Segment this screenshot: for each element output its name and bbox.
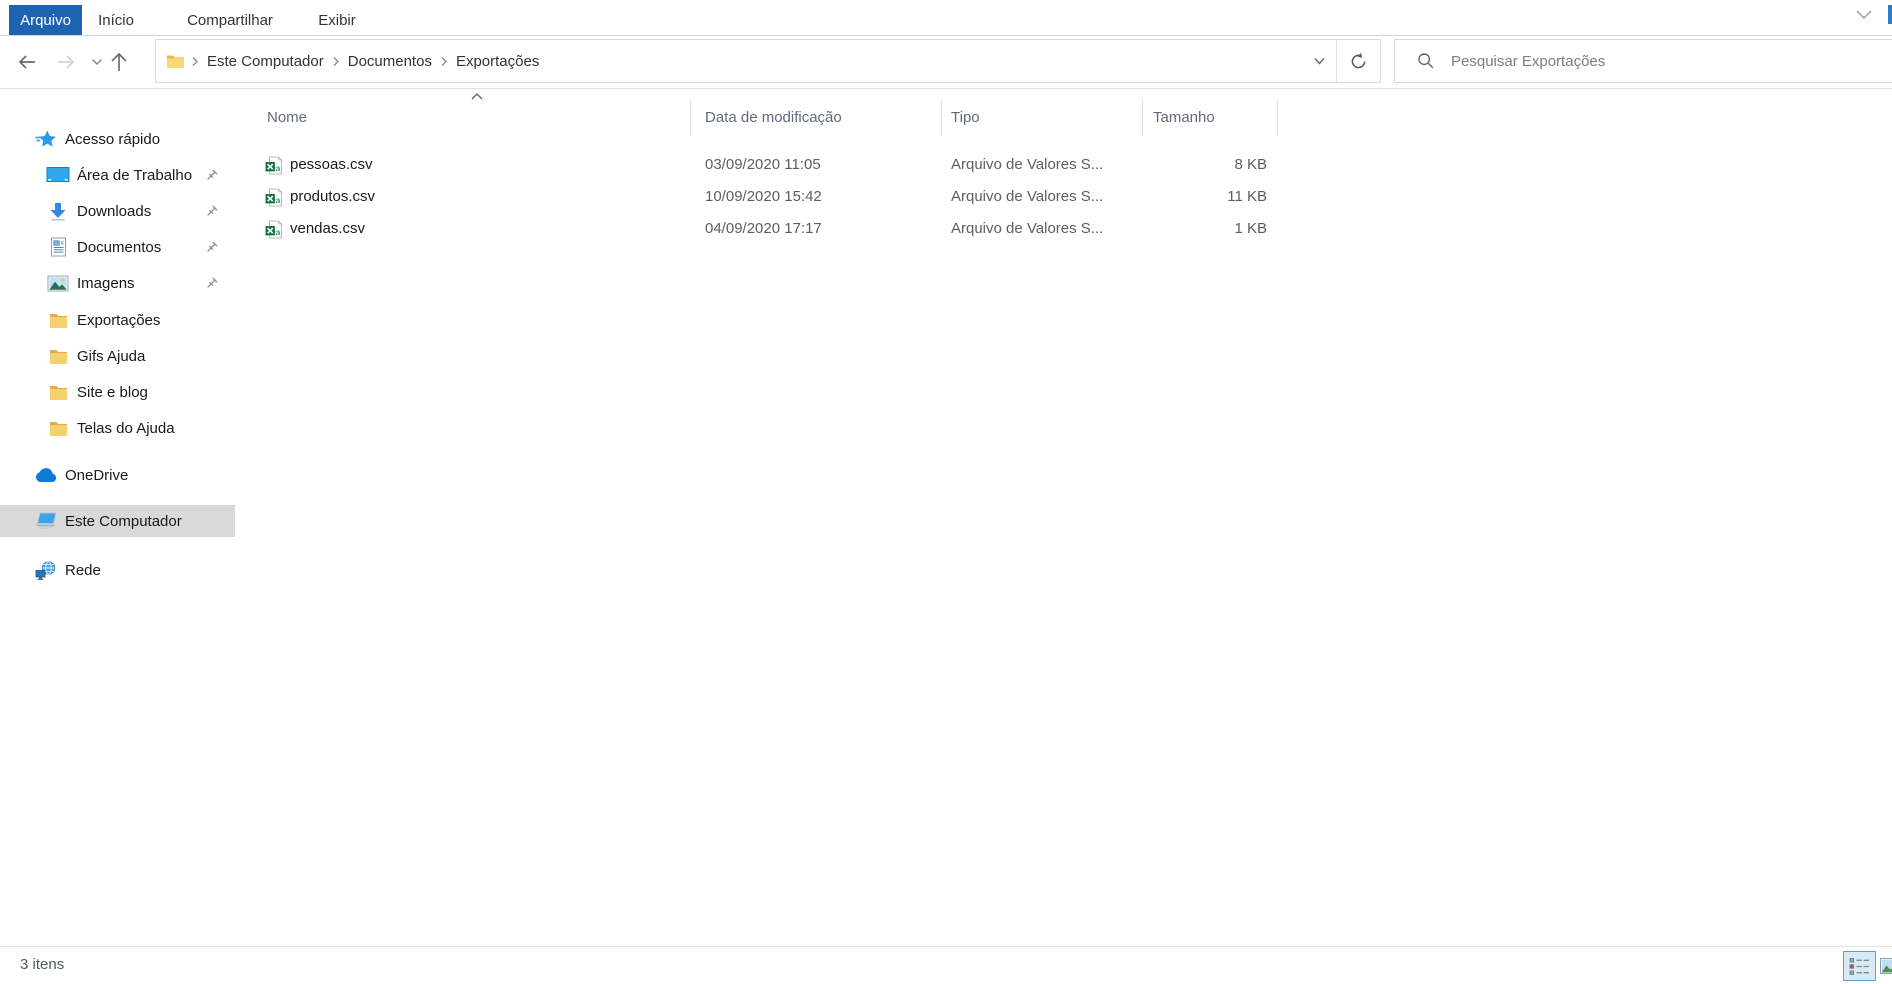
arrow-left-icon (16, 52, 38, 72)
svg-text:a: a (276, 227, 281, 237)
file-row-pessoas-csv[interactable]: a pessoas.csv 03/09/2020 11:05 Arquivo d… (235, 149, 1892, 181)
pin-icon (204, 240, 219, 255)
items-count: 3 itens (20, 947, 64, 983)
details-view-button[interactable] (1843, 951, 1876, 981)
file-type: Arquivo de Valores S... (951, 181, 1103, 213)
sidebar-item-acesso-rapido[interactable]: Acesso rápido (0, 123, 235, 155)
file-name: produtos.csv (290, 181, 375, 213)
tab-arquivo[interactable]: Arquivo (9, 5, 82, 35)
sidebar-item-documentos[interactable]: Documentos (0, 231, 235, 263)
file-name: vendas.csv (290, 213, 365, 245)
file-type: Arquivo de Valores S... (951, 213, 1103, 245)
ribbon-tab-bar: Arquivo Início Compartilhar Exibir (0, 0, 1892, 36)
folder-icon (166, 53, 185, 69)
file-name: pessoas.csv (290, 149, 373, 181)
document-icon (46, 237, 70, 257)
chevron-down-icon (91, 58, 103, 66)
address-dropdown-button[interactable] (1302, 40, 1336, 82)
column-divider[interactable] (941, 99, 942, 136)
status-bar: 3 itens (0, 946, 1892, 984)
sidebar-item-gifs-ajuda[interactable]: Gifs Ajuda (0, 340, 235, 372)
arrow-up-icon (109, 51, 129, 73)
column-header-tamanho[interactable]: Tamanho (1153, 103, 1215, 133)
excel-csv-file-icon: a (265, 188, 283, 206)
pin-icon (204, 276, 219, 291)
details-view-icon (1849, 957, 1870, 976)
navigation-toolbar: Este Computador Documentos Exportações (0, 36, 1892, 89)
tab-exibir[interactable]: Exibir (308, 5, 366, 35)
file-modified-date: 04/09/2020 17:17 (705, 213, 822, 245)
pin-icon (204, 204, 219, 219)
chevron-down-icon (1313, 57, 1326, 66)
svg-text:a: a (276, 195, 281, 205)
breadcrumb-separator-icon (438, 56, 450, 67)
excel-csv-file-icon: a (265, 156, 283, 174)
tab-arquivo-label: Arquivo (20, 12, 71, 29)
folder-icon (46, 418, 70, 438)
excel-csv-file-icon: a (265, 220, 283, 238)
breadcrumb-separator-icon (330, 56, 342, 67)
file-row-vendas-csv[interactable]: a vendas.csv 04/09/2020 17:17 Arquivo de… (235, 213, 1892, 245)
pictures-icon (46, 273, 70, 293)
column-divider[interactable] (1277, 99, 1278, 136)
thumbnails-view-icon (1880, 958, 1892, 974)
file-modified-date: 03/09/2020 11:05 (705, 149, 821, 181)
column-header-tipo[interactable]: Tipo (951, 103, 980, 133)
network-icon (34, 560, 58, 580)
sidebar-item-area-de-trabalho[interactable]: Área de Trabalho (0, 159, 235, 191)
help-icon[interactable] (1888, 5, 1892, 24)
sidebar-item-telas-do-ajuda[interactable]: Telas do Ajuda (0, 412, 235, 444)
file-type: Arquivo de Valores S... (951, 149, 1103, 181)
up-button[interactable] (106, 49, 132, 75)
file-row-produtos-csv[interactable]: a produtos.csv 10/09/2020 15:42 Arquivo … (235, 181, 1892, 213)
sidebar-item-onedrive[interactable]: OneDrive (0, 459, 235, 491)
back-button[interactable] (14, 49, 40, 75)
sort-ascending-icon (469, 92, 485, 101)
folder-icon (46, 382, 70, 402)
downloads-arrow-icon (46, 201, 70, 221)
address-bar[interactable]: Este Computador Documentos Exportações (155, 39, 1381, 83)
sidebar-item-rede[interactable]: Rede (0, 554, 235, 586)
sidebar-item-imagens[interactable]: Imagens (0, 267, 235, 299)
tab-compartilhar[interactable]: Compartilhar (172, 5, 288, 35)
folder-icon (46, 310, 70, 330)
file-size: 1 KB (1115, 213, 1267, 245)
tab-inicio[interactable]: Início (92, 5, 140, 35)
sidebar-item-este-computador[interactable]: Este Computador (0, 505, 235, 537)
column-divider[interactable] (690, 99, 691, 136)
forward-button[interactable] (53, 49, 79, 75)
thumbnails-view-button[interactable] (1880, 956, 1892, 976)
sidebar-item-site-e-blog[interactable]: Site e blog (0, 376, 235, 408)
sidebar-item-downloads[interactable]: Downloads (0, 195, 235, 227)
recent-locations-button[interactable] (88, 49, 106, 75)
folder-icon (46, 346, 70, 366)
this-pc-icon (34, 511, 58, 531)
breadcrumb-separator-icon (189, 56, 201, 67)
onedrive-cloud-icon (34, 465, 58, 485)
navigation-pane: Acesso rápido Área de Trabalho (0, 89, 235, 947)
svg-text:a: a (276, 163, 281, 173)
quick-access-star-icon (34, 129, 58, 149)
search-box (1394, 39, 1892, 83)
file-modified-date: 10/09/2020 15:42 (705, 181, 822, 213)
arrow-right-icon (55, 52, 77, 72)
magnifier-icon (1417, 52, 1435, 70)
file-explorer-window: Arquivo Início Compartilhar Exibir (0, 0, 1892, 984)
refresh-icon (1349, 52, 1368, 71)
pin-icon (204, 168, 219, 183)
search-input[interactable] (1449, 52, 1892, 71)
breadcrumb-exportacoes[interactable]: Exportações (450, 53, 545, 70)
breadcrumb-documentos[interactable]: Documentos (342, 53, 438, 70)
refresh-button[interactable] (1337, 40, 1380, 82)
sidebar-item-exportacoes[interactable]: Exportações (0, 304, 235, 336)
file-size: 11 KB (1115, 181, 1267, 213)
desktop-icon (46, 165, 70, 185)
column-header-data-de-modificacao[interactable]: Data de modificação (705, 103, 842, 133)
column-divider[interactable] (1142, 99, 1143, 136)
breadcrumb-este-computador[interactable]: Este Computador (201, 53, 330, 70)
column-header-nome[interactable]: Nome (267, 103, 307, 133)
chevron-down-icon[interactable] (1853, 8, 1875, 22)
file-size: 8 KB (1115, 149, 1267, 181)
